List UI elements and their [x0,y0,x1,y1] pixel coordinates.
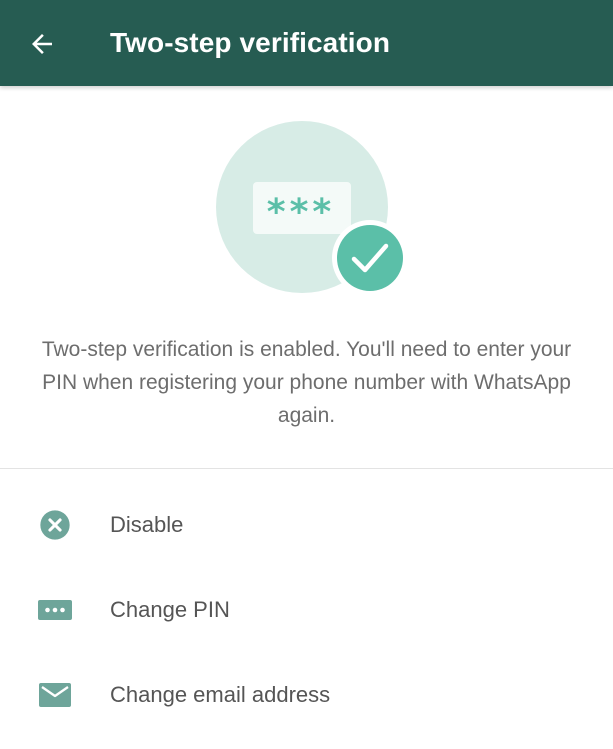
change-pin-option[interactable]: Change PIN [0,570,613,650]
disable-label: Disable [110,512,184,537]
arrow-left-icon [32,34,52,54]
change-pin-label: Change PIN [110,597,230,622]
app-bar: Two-step verification [0,0,613,86]
dots-icon [38,593,72,627]
verification-illustration: *** [210,118,420,298]
back-button[interactable] [18,20,66,68]
checkmark-badge-icon [332,220,408,296]
two-step-verification-screen: Two-step verification *** Two-step verif… [0,0,613,749]
status-description: Two-step verification is enabled. You'll… [41,338,572,427]
change-email-option[interactable]: Change email address [0,655,613,735]
mail-icon [38,678,72,712]
close-circle-icon [38,508,72,542]
disable-option[interactable]: Disable [0,485,613,565]
pin-mask: *** [267,192,335,233]
page-title: Two-step verification [110,27,391,58]
section-divider [0,468,613,469]
change-email-label: Change email address [110,682,331,707]
